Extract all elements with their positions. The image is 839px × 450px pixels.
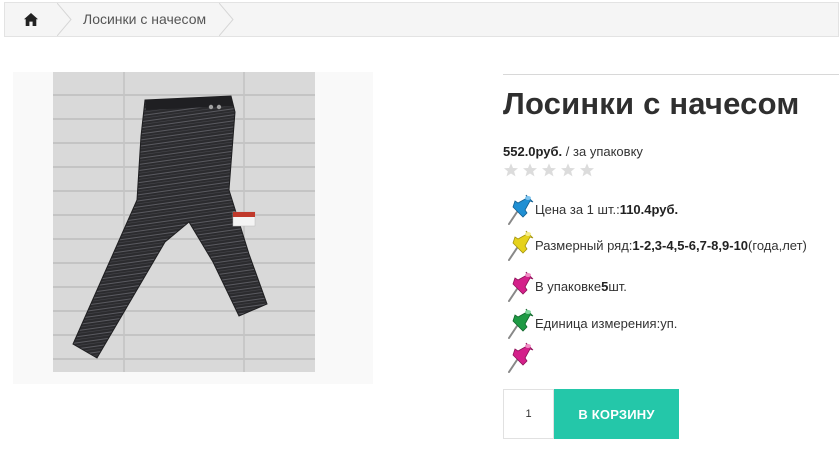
star-icon[interactable] <box>541 162 557 178</box>
product-price: 552.0руб. <box>503 144 563 159</box>
breadcrumb-separator <box>57 3 72 36</box>
home-icon <box>24 13 38 26</box>
product-image[interactable] <box>53 72 315 372</box>
attribute-label: Размерный ряд: <box>535 237 633 253</box>
attribute-pack-size: В упаковке 5 шт. <box>503 269 627 303</box>
pushpin-icon <box>508 342 534 373</box>
attribute-value: 5 <box>601 278 609 294</box>
price-line: 552.0руб. / за упаковку <box>503 144 643 159</box>
pushpin-icon <box>508 230 534 261</box>
attribute-value: 1-2,3-4,5-6,7-8,9-10 <box>632 237 749 253</box>
pushpin-icon <box>508 194 534 225</box>
attribute-price-per-unit: Цена за 1 шт.: 110.4руб. <box>503 192 678 226</box>
attribute-suffix: шт. <box>608 278 627 294</box>
star-icon[interactable] <box>522 162 538 178</box>
star-icon[interactable] <box>560 162 576 178</box>
breadcrumb-home-link[interactable] <box>5 3 57 36</box>
breadcrumb: Лосинки с начесом <box>4 2 839 37</box>
attribute-suffix: уп. <box>660 315 678 331</box>
divider <box>503 74 839 75</box>
attribute-label: Единица измерения: <box>535 315 661 331</box>
attribute-label: Цена за 1 шт.: <box>535 201 620 217</box>
product-page: Лосинки с начесом Лосинки с начесом 552.… <box>0 0 839 450</box>
rating-stars <box>503 162 595 178</box>
attribute-label: В упаковке <box>535 278 602 294</box>
breadcrumb-separator <box>219 3 234 36</box>
product-image-container <box>13 72 373 384</box>
product-title: Лосинки с начесом <box>503 86 800 121</box>
breadcrumb-current[interactable]: Лосинки с начесом <box>83 3 206 36</box>
star-icon[interactable] <box>503 162 519 178</box>
pushpin-icon <box>508 308 534 339</box>
pushpin-icon <box>508 271 534 302</box>
product-photo-drawing <box>53 72 315 372</box>
attribute-suffix: (года,лет) <box>748 237 807 253</box>
attribute-unit: Единица измерения: уп. <box>503 306 677 340</box>
add-to-cart-button[interactable]: В КОРЗИНУ <box>554 389 679 439</box>
attribute-value: 110.4руб. <box>619 201 679 217</box>
attribute-empty <box>503 340 535 374</box>
quantity-input[interactable] <box>503 389 554 439</box>
price-unit: / за упаковку <box>562 144 643 159</box>
star-icon[interactable] <box>579 162 595 178</box>
attribute-size-range: Размерный ряд: 1-2,3-4,5-6,7-8,9-10 (года… <box>503 228 807 262</box>
